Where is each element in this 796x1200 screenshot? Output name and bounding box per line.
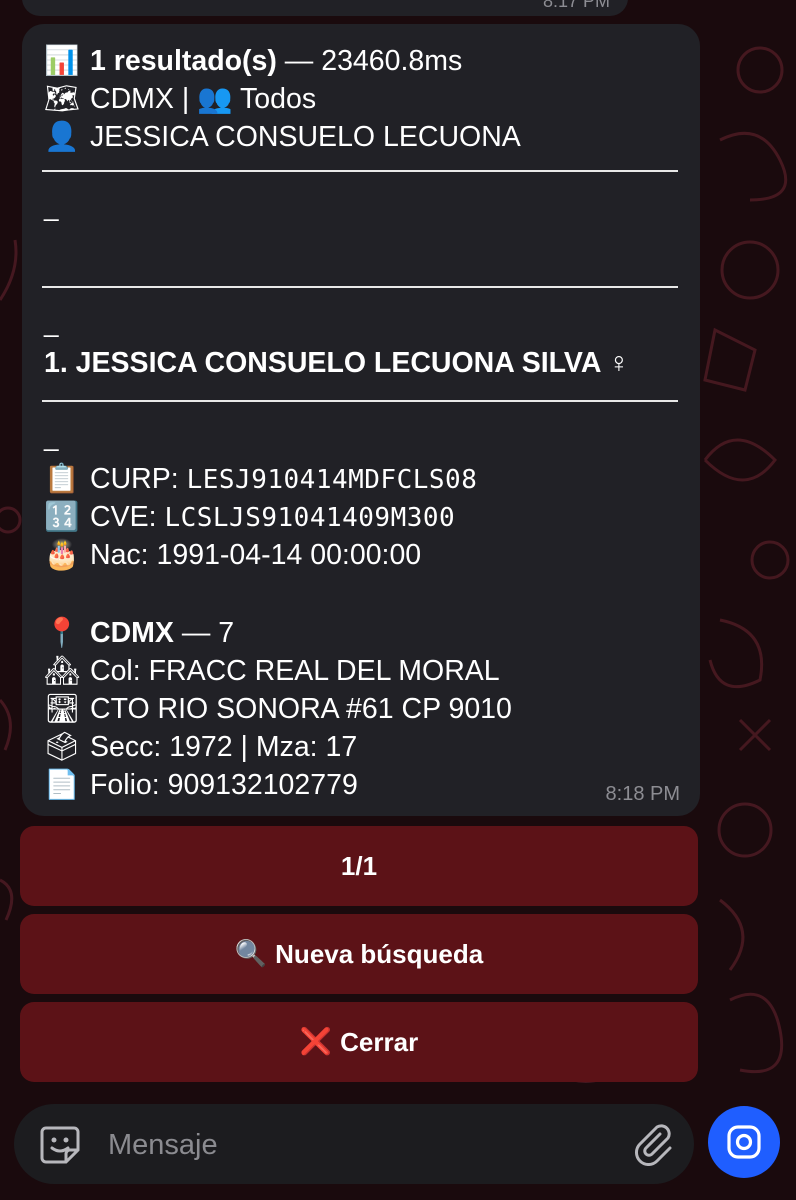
folio-line: 📄 Folio: 909132102779: [44, 768, 358, 802]
cve-line: 🔢 CVE: LCSLJS91041409M300: [44, 500, 455, 535]
document-icon: 📄: [44, 768, 80, 801]
state-code: — 7: [173, 617, 235, 649]
pin-icon: 📍: [44, 616, 80, 649]
clipboard-icon: 📋: [44, 462, 80, 495]
message-time: 8:18 PM: [605, 783, 680, 805]
paperclip-icon[interactable]: [630, 1122, 674, 1166]
camera-button[interactable]: [708, 1106, 780, 1178]
section-line: 🗳 Secc: 1972 | Mza: 17: [44, 730, 357, 764]
previous-message-bubble: 8:17 PM: [22, 0, 628, 16]
previous-message-time: 8:17 PM: [542, 0, 610, 11]
separator-tail: _: [44, 422, 59, 452]
map-icon: 🗺: [44, 82, 81, 115]
colony-text: Col: FRACC REAL DEL MORAL: [90, 655, 500, 687]
bar-chart-icon: 📊: [44, 44, 80, 77]
record-title: 1. JESSICA CONSUELO LECUONA SILVA ♀: [44, 347, 630, 379]
houses-icon: 🏘: [44, 654, 81, 687]
separator-tail: _: [44, 308, 59, 338]
message-input[interactable]: [106, 1122, 610, 1168]
curp-value: LESJ910414MDFCLS08: [186, 465, 478, 495]
magnifier-icon: 🔍: [234, 939, 268, 969]
birth-date-line: 🎂 Nac: 1991-04-14 00:00:00: [44, 538, 421, 572]
separator-line: [42, 286, 678, 288]
ballot-box-icon: 🗳: [44, 730, 81, 763]
results-duration: — 23460.8ms: [276, 45, 463, 77]
region-filter-text: CDMX | 👥 Todos: [90, 83, 317, 115]
person-icon: 👤: [44, 120, 80, 153]
pager-button[interactable]: 1/1: [20, 826, 698, 906]
cve-value: LCSLJS91041409M300: [164, 503, 456, 533]
camera-icon: [727, 1125, 761, 1159]
birthday-cake-icon: 🎂: [44, 538, 80, 571]
close-label: Cerrar: [340, 1026, 419, 1057]
cve-label: CVE:: [90, 501, 165, 533]
region-filter-line: 🗺 CDMX | 👥 Todos: [44, 82, 316, 116]
results-count-line: 📊 1 resultado(s) — 23460.8ms: [44, 44, 462, 78]
new-search-button[interactable]: 🔍 Nueva búsqueda: [20, 914, 698, 994]
birth-date: Nac: 1991-04-14 00:00:00: [90, 539, 422, 571]
state-line: 📍 CDMX — 7: [44, 616, 234, 650]
separator-line: [42, 400, 678, 402]
curp-line: 📋 CURP: LESJ910414MDFCLS08: [44, 462, 477, 497]
new-search-label: Nueva búsqueda: [275, 938, 484, 969]
results-count: 1 resultado(s): [90, 45, 277, 77]
separator-line: [42, 170, 678, 172]
result-message-bubble: 📊 1 resultado(s) — 23460.8ms 🗺 CDMX | 👥 To…: [22, 24, 700, 816]
colony-line: 🏘 Col: FRACC REAL DEL MORAL: [44, 654, 500, 688]
road-icon: 🛣: [44, 692, 81, 725]
cross-mark-icon: ❌: [299, 1027, 333, 1057]
section-text: Secc: 1972 | Mza: 17: [90, 731, 358, 763]
separator-tail: _: [44, 192, 59, 222]
state-name: CDMX: [90, 617, 174, 649]
folio-text: Folio: 909132102779: [90, 769, 358, 801]
close-button[interactable]: ❌ Cerrar: [20, 1002, 698, 1082]
street-text: CTO RIO SONORA #61 CP 9010: [90, 693, 512, 725]
numbers-icon: 🔢: [44, 500, 80, 533]
message-composer: [14, 1104, 694, 1184]
pager-label: 1/1: [340, 850, 378, 881]
query-name: JESSICA CONSUELO LECUONA: [90, 121, 521, 153]
sticker-icon[interactable]: [38, 1122, 82, 1166]
street-line: 🛣 CTO RIO SONORA #61 CP 9010: [44, 692, 512, 726]
query-name-line: 👤 JESSICA CONSUELO LECUONA: [44, 120, 521, 154]
curp-label: CURP:: [90, 463, 187, 495]
